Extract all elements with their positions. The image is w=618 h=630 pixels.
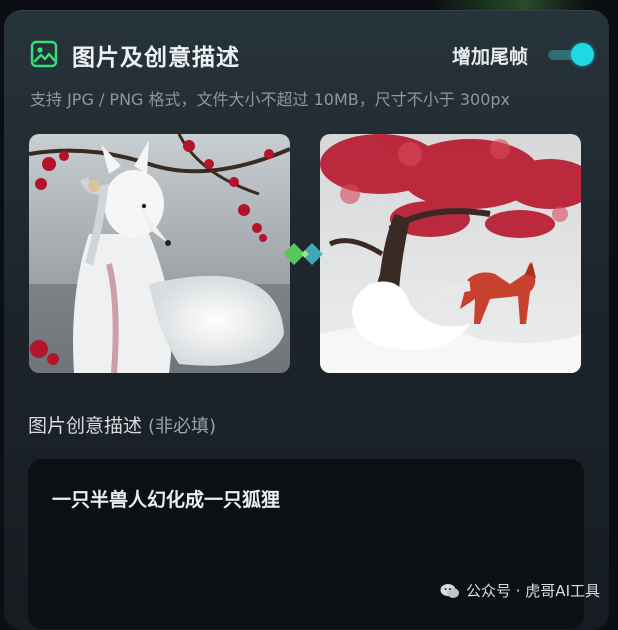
prompt-section-label: 图片创意描述 (非必填) <box>28 411 216 438</box>
prompt-label: 图片创意描述 <box>28 415 143 437</box>
prompt-textarea[interactable]: 一只半兽人幻化成一只狐狸 <box>28 459 584 629</box>
start-frame-image[interactable] <box>29 134 290 373</box>
watermark: 公众号 · 虎哥AI工具 <box>440 580 600 601</box>
wechat-icon <box>440 583 459 598</box>
toggle-knob <box>571 43 594 66</box>
upload-hint: 支持 JPG / PNG 格式，文件大小不超过 10MB，尺寸不小于 300px <box>30 90 510 109</box>
prompt-text: 一只半兽人幻化成一只狐狸 <box>52 489 281 511</box>
add-end-frame-label: 增加尾帧 <box>451 46 528 68</box>
image-icon <box>30 40 58 68</box>
end-frame-image[interactable] <box>320 134 581 373</box>
panel-title: 图片及创意描述 <box>72 45 240 71</box>
frame-link-icon <box>283 243 323 265</box>
optional-hint: (非必填) <box>148 416 217 437</box>
panel-header: 图片及创意描述 增加尾帧 <box>30 36 594 72</box>
add-end-frame-toggle[interactable] <box>548 42 594 66</box>
watermark-text: 公众号 · 虎哥AI工具 <box>466 582 600 600</box>
